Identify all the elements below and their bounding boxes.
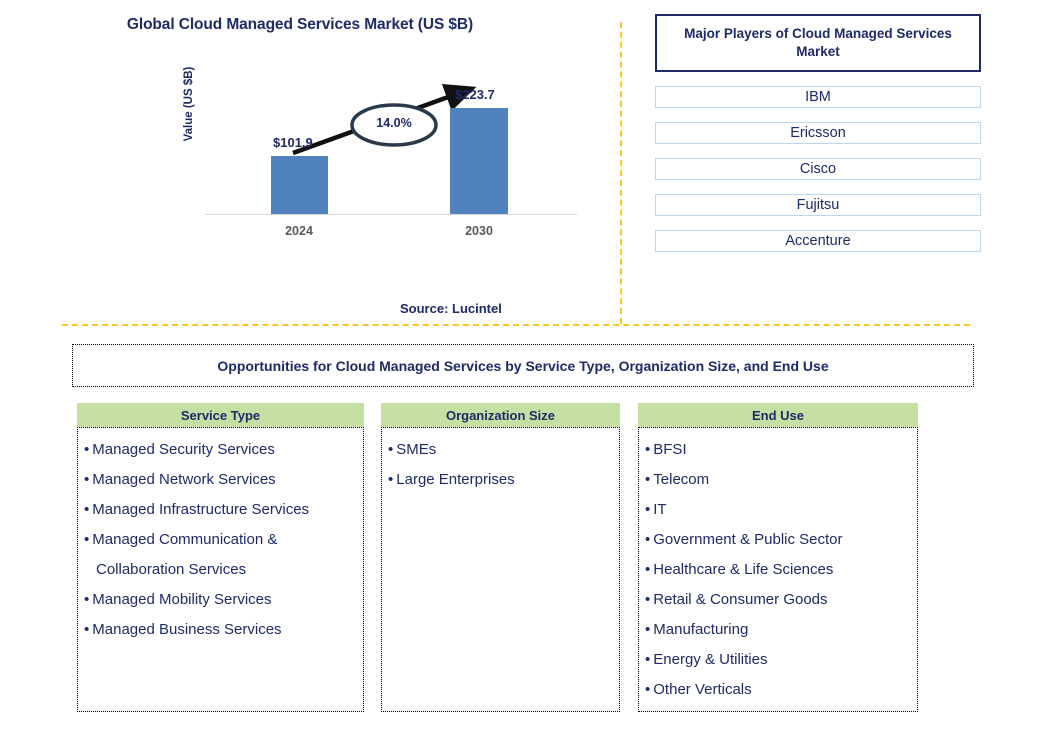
- list-item-label: Managed Business Services: [92, 621, 282, 638]
- list-item: • Managed Security Services: [84, 435, 363, 465]
- column-body-end-use: • BFSI • Telecom • IT • Government & Public …: [638, 427, 918, 712]
- list-item: • Large Enterprises: [388, 465, 619, 495]
- list-item: • Managed Network Services: [84, 465, 363, 495]
- bullet-icon: •: [84, 471, 90, 488]
- list-item: • Government & Public Sector: [645, 525, 917, 555]
- player-item-0: IBM: [655, 86, 981, 108]
- list-item-label: SMEs: [396, 441, 437, 458]
- bar-value-2024: $101.9: [273, 135, 313, 150]
- list-item-label: Other Verticals: [653, 681, 752, 698]
- vertical-divider: [620, 22, 622, 324]
- bullet-icon: •: [645, 501, 651, 518]
- opportunities-banner: Opportunities for Cloud Managed Services…: [72, 344, 974, 387]
- player-item-4: Accenture: [655, 230, 981, 252]
- bullet-icon: •: [645, 621, 651, 638]
- column-header-organization-size: Organization Size: [381, 403, 620, 427]
- bullet-icon: •: [645, 561, 651, 578]
- list-item: • Managed Communication &: [84, 525, 363, 555]
- list-item-label: Managed Network Services: [92, 471, 276, 488]
- bullet-icon: •: [645, 651, 651, 668]
- list-item-label: IT: [653, 501, 667, 518]
- bullet-icon: •: [645, 531, 651, 548]
- player-item-2: Cisco: [655, 158, 981, 180]
- list-item: • Manufacturing: [645, 615, 917, 645]
- list-item: • SMEs: [388, 435, 619, 465]
- bullet-icon: •: [84, 531, 90, 548]
- column-organization-size: Organization Size • SMEs • Large Enterpris…: [381, 403, 620, 712]
- list-item: • Managed Business Services: [84, 615, 363, 645]
- major-players-panel: Major Players of Cloud Managed Services …: [655, 14, 981, 252]
- list-item: • Retail & Consumer Goods: [645, 585, 917, 615]
- list-item-continuation: Collaboration Services: [96, 561, 247, 578]
- bullet-icon: •: [645, 471, 651, 488]
- bullet-icon: •: [84, 621, 90, 638]
- bullet-icon: •: [84, 441, 90, 458]
- x-tick-2030: 2030: [465, 224, 493, 238]
- bullet-icon: •: [84, 591, 90, 608]
- list-item: • Managed Mobility Services: [84, 585, 363, 615]
- major-players-header: Major Players of Cloud Managed Services …: [655, 14, 981, 72]
- list-item-label: BFSI: [653, 441, 687, 458]
- list-item: • Managed Infrastructure Services: [84, 495, 363, 525]
- list-item-label: Large Enterprises: [396, 471, 515, 488]
- list-item-label: Telecom: [653, 471, 710, 488]
- chart-plot-area: Value (US $B) 14.0% $101.9 $223.7 2024 2…: [175, 67, 585, 238]
- list-item: • Healthcare & Life Sciences: [645, 555, 917, 585]
- column-header-end-use: End Use: [638, 403, 918, 427]
- bullet-icon: •: [388, 471, 394, 488]
- list-item-label: Managed Communication &: [92, 531, 278, 548]
- bullet-icon: •: [645, 681, 651, 698]
- cagr-value-label: 14.0%: [376, 116, 412, 130]
- horizontal-divider: [62, 324, 970, 326]
- column-body-organization-size: • SMEs • Large Enterprises: [381, 427, 620, 712]
- list-item-label: Manufacturing: [653, 621, 749, 638]
- list-item: • Other Verticals: [645, 675, 917, 705]
- list-item-label: Healthcare & Life Sciences: [653, 561, 834, 578]
- bullet-icon: •: [645, 591, 651, 608]
- player-item-3: Fujitsu: [655, 194, 981, 216]
- bar-2030: [450, 108, 508, 214]
- player-item-1: Ericsson: [655, 122, 981, 144]
- bar-2024: [271, 156, 328, 214]
- list-item-label: Managed Security Services: [92, 441, 275, 458]
- list-item-label: Managed Infrastructure Services: [92, 501, 310, 518]
- list-item-label: Managed Mobility Services: [92, 591, 272, 608]
- list-item: • BFSI: [645, 435, 917, 465]
- chart-title: Global Cloud Managed Services Market (US…: [126, 16, 474, 33]
- list-item-label: Government & Public Sector: [653, 531, 843, 548]
- source-label: Source: Lucintel: [400, 301, 502, 316]
- list-item-label: Energy & Utilities: [653, 651, 768, 668]
- list-item: • Telecom: [645, 465, 917, 495]
- bullet-icon: •: [645, 441, 651, 458]
- x-tick-2024: 2024: [285, 224, 313, 238]
- cagr-callout-graphic: [292, 83, 477, 156]
- list-item: • IT: [645, 495, 917, 525]
- market-chart-panel: Global Cloud Managed Services Market (US…: [0, 0, 608, 330]
- bar-value-2030: $223.7: [455, 87, 495, 102]
- list-item-label: Retail & Consumer Goods: [653, 591, 828, 608]
- column-service-type: Service Type • Managed Security Services …: [77, 403, 364, 712]
- x-axis-line: [205, 214, 577, 215]
- bullet-icon: •: [84, 501, 90, 518]
- column-body-service-type: • Managed Security Services • Managed Netw…: [77, 427, 364, 712]
- column-header-service-type: Service Type: [77, 403, 364, 427]
- column-end-use: End Use • BFSI • Telecom • IT • Government &…: [638, 403, 918, 712]
- bullet-icon: •: [388, 441, 394, 458]
- list-item: • Energy & Utilities: [645, 645, 917, 675]
